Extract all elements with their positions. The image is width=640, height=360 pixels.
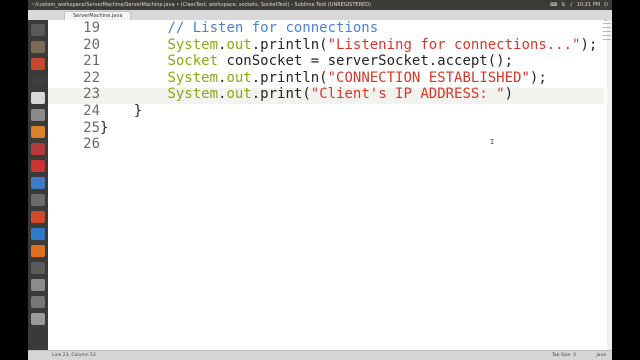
window-title-bar: ~/custom_workspace/ServerMachine/ServerM… xyxy=(28,0,612,10)
code-token: } xyxy=(100,119,109,136)
code-token: // Listen for connections xyxy=(167,20,379,36)
disk-icon[interactable] xyxy=(31,296,45,308)
line-number: 20 xyxy=(83,36,100,53)
minimap[interactable] xyxy=(602,20,612,50)
line-number: 23 xyxy=(83,86,100,103)
updates-icon[interactable] xyxy=(31,279,45,291)
settings-icon[interactable] xyxy=(31,109,45,121)
code-token: "Client's IP ADDRESS: " xyxy=(310,86,505,103)
code-token: ); xyxy=(580,36,598,53)
store-icon[interactable] xyxy=(31,228,45,240)
code-line[interactable]: System.out.println("Listening for connec… xyxy=(100,37,597,53)
unity-launcher xyxy=(28,20,48,350)
line-number: 26 xyxy=(83,136,100,153)
code-token: out xyxy=(226,86,252,103)
cursor-position: Line 23, Column 53 xyxy=(52,353,96,358)
screen: ~/custom_workspace/ServerMachine/ServerM… xyxy=(28,0,612,360)
code-token: out xyxy=(226,36,252,53)
code-token: Socket xyxy=(167,53,219,70)
code-line[interactable]: } xyxy=(100,103,142,119)
code-token: System xyxy=(167,86,219,103)
code-token: System xyxy=(167,36,219,53)
network-icon[interactable]: ⇅ xyxy=(561,0,565,10)
mail-icon[interactable] xyxy=(31,194,45,206)
code-token: ); xyxy=(529,69,547,86)
window-title: ~/custom_workspace/ServerMachine/ServerM… xyxy=(31,2,371,8)
software-center-icon[interactable] xyxy=(31,126,45,138)
sublime-icon[interactable] xyxy=(31,245,45,257)
video-icon[interactable] xyxy=(31,160,45,172)
code-token: ) xyxy=(504,86,514,103)
volume-icon[interactable]: ♪ xyxy=(570,0,573,10)
code-token: conSocket = serverSocket.accept(); xyxy=(218,53,514,70)
line-number: 22 xyxy=(83,69,100,86)
trash-icon[interactable] xyxy=(31,313,45,325)
mouse-ibeam-cursor: I xyxy=(490,138,495,146)
code-line[interactable]: // Listen for connections xyxy=(100,20,378,36)
text-editor-icon[interactable] xyxy=(31,92,45,104)
browser-icon[interactable] xyxy=(31,58,45,70)
line-number: 25 xyxy=(83,119,100,136)
tab-label: ServerMachine.java xyxy=(73,13,123,19)
keyboard-icon[interactable]: ⌨ xyxy=(550,0,557,10)
music-icon[interactable] xyxy=(31,143,45,155)
code-token: out xyxy=(226,69,252,86)
dash-icon[interactable] xyxy=(31,24,45,36)
line-number: 21 xyxy=(83,53,100,70)
vertical-scrollbar[interactable] xyxy=(607,20,612,350)
power-icon[interactable]: ⏻ xyxy=(604,0,608,10)
system-tray: ⌨ ⇅ ♪ 10:21 PM ⏻ xyxy=(550,0,608,10)
chat-icon[interactable] xyxy=(31,177,45,189)
photos-icon[interactable] xyxy=(31,211,45,223)
code-token: } xyxy=(133,103,143,119)
code-token: System xyxy=(167,69,219,86)
code-token: "CONNECTION ESTABLISHED" xyxy=(327,69,530,86)
clock[interactable]: 10:21 PM xyxy=(577,0,600,10)
status-bar: Line 23, Column 53 Tab Size: 4 Java xyxy=(28,350,612,360)
files-icon[interactable] xyxy=(31,41,45,53)
code-line[interactable]: System.out.println("CONNECTION ESTABLISH… xyxy=(100,69,547,86)
syntax-selector[interactable]: Java xyxy=(596,351,606,360)
code-token: .println( xyxy=(251,36,328,53)
code-line[interactable]: System.out.print("Client's IP ADDRESS: "… xyxy=(100,86,513,102)
code-token: "Listening for connections..." xyxy=(327,36,581,53)
tab-size-selector[interactable]: Tab Size: 4 xyxy=(552,351,576,360)
code-line[interactable]: Socket conSocket = serverSocket.accept()… xyxy=(100,53,513,69)
code-line[interactable]: } xyxy=(100,120,108,136)
workspace-icon[interactable] xyxy=(31,262,45,274)
line-number: 19 xyxy=(83,20,100,36)
code-token: .println( xyxy=(251,69,328,86)
code-token: .print( xyxy=(251,86,311,103)
code-editor[interactable]: 19 20 21 22 23 24 25 26 // Listen for connectio… xyxy=(48,20,604,350)
line-number: 24 xyxy=(83,103,100,119)
terminal-icon[interactable] xyxy=(31,75,45,87)
